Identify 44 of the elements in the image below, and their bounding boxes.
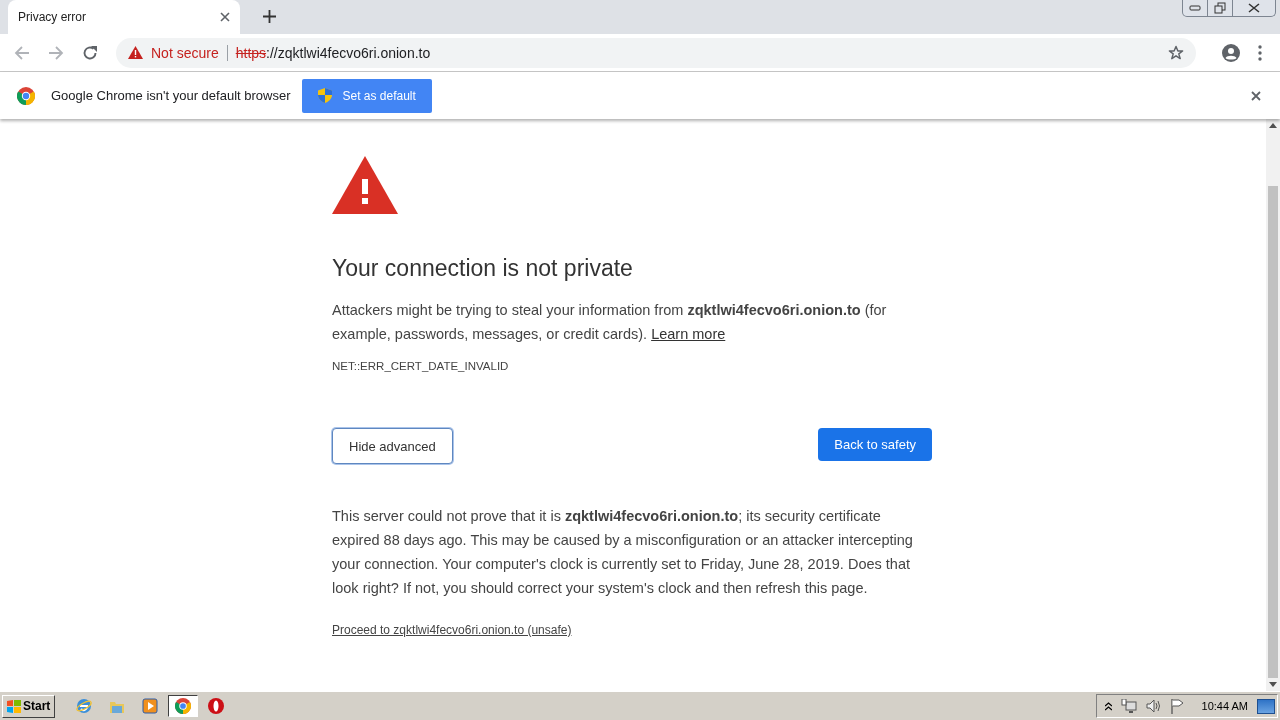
hide-advanced-button[interactable]: Hide advanced	[332, 428, 453, 464]
flag-icon[interactable]	[1170, 698, 1185, 714]
show-desktop-button[interactable]	[1257, 698, 1275, 714]
chrome-logo-icon	[17, 86, 35, 105]
warning-icon	[128, 46, 143, 59]
details-text: This server could not prove that it is zqktlwi4fecvo6ri.onion.to; its security certificate expired 88 days ago. This may be caused by a misconfiguration or an attacker intercepting your connection. Your computer's clock is currently set to Friday, June 28, 2019. Does that look right? If not, you should correct your system's clock and then refresh this page.	[332, 507, 914, 598]
reload-icon[interactable]	[82, 44, 98, 61]
error-code: NET::ERR_CERT_DATE_INVALID	[332, 360, 510, 372]
speaker-icon[interactable]	[1145, 699, 1162, 713]
warning-text: Attackers might be trying to steal your information from zqktlwi4fecvo6ri.onion.to (for example, passwords, messages, or credit cards). Learn more	[332, 301, 888, 344]
clock[interactable]: 10:44 AM	[1201, 700, 1248, 712]
close-icon[interactable]	[220, 12, 230, 22]
network-icon[interactable]	[1120, 698, 1137, 714]
url-text: ://zqktlwi4fecvo6ri.onion.to	[266, 44, 431, 61]
menu-icon[interactable]	[1258, 44, 1262, 61]
security-label: Not secure	[151, 44, 219, 61]
proceed-link[interactable]: Proceed to zqktlwi4fecvo6ri.onion.to (unsafe)	[332, 623, 572, 637]
scrollbar[interactable]	[1266, 119, 1280, 691]
start-button[interactable]: Start	[2, 694, 56, 718]
close-icon[interactable]	[1251, 90, 1261, 101]
close-icon	[1248, 3, 1260, 13]
set-default-button[interactable]: Set as default	[302, 78, 432, 113]
learn-more-link[interactable]: Learn more	[651, 326, 726, 342]
taskbar-app[interactable]	[168, 695, 199, 717]
address-bar[interactable]: Not secure https://zqktlwi4fecvo6ri.onion.to	[116, 37, 1196, 68]
scroll-down-icon[interactable]	[1269, 682, 1277, 687]
play-icon	[142, 698, 159, 714]
page-heading: Your connection is not private	[332, 255, 634, 282]
warning-icon	[332, 156, 398, 214]
star-icon[interactable]	[1168, 44, 1184, 61]
windows-logo-icon	[7, 699, 21, 713]
url-scheme: https	[235, 44, 267, 61]
chrome-logo-icon	[175, 698, 192, 714]
browser-tab[interactable]: Privacy error	[8, 0, 240, 34]
minimize-icon	[1189, 5, 1201, 11]
back-to-safety-button[interactable]: Back to safety	[818, 428, 932, 461]
scroll-up-icon[interactable]	[1269, 123, 1277, 128]
opera-logo-icon	[208, 698, 225, 714]
infobar-message: Google Chrome isn't your default browser	[51, 88, 291, 103]
new-tab-icon[interactable]	[263, 10, 276, 23]
show-hidden-icon[interactable]	[1104, 701, 1112, 711]
account-icon[interactable]	[1222, 43, 1240, 62]
shield-icon	[318, 88, 333, 103]
globe-e-icon	[76, 698, 93, 714]
